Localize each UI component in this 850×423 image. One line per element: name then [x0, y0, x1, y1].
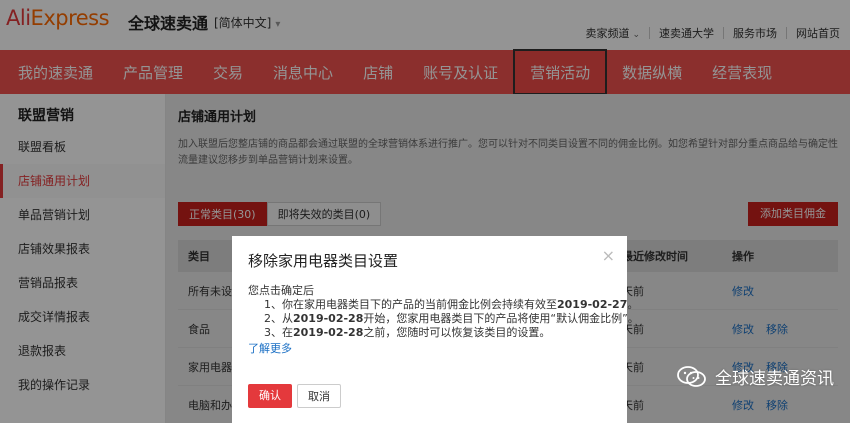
dialog-buttons: 确认 取消	[248, 384, 341, 408]
confirm-button[interactable]: 确认	[248, 384, 292, 408]
dialog-body: 您点击确定后 1、你在家用电器类目下的产品的当前佣金比例会持续有效至2019-0…	[248, 284, 639, 356]
remove-category-dialog: 移除家用电器类目设置 × 您点击确定后 1、你在家用电器类目下的产品的当前佣金比…	[232, 236, 639, 423]
dialog-line-1: 1、你在家用电器类目下的产品的当前佣金比例会持续有效至2019-02-27。	[264, 298, 639, 311]
dialog-line-2: 2、从2019-02-28开始，您家用电器类目下的产品将使用“默认佣金比例”。	[264, 312, 639, 325]
dialog-title: 移除家用电器类目设置	[248, 252, 399, 270]
wechat-icon	[677, 365, 706, 387]
watermark-text: 全球速卖通资讯	[715, 369, 834, 389]
dialog-line-3: 3、在2019-02-28之前，您随时可以恢复该类目的设置。	[264, 326, 551, 339]
cancel-button[interactable]: 取消	[297, 384, 341, 408]
close-icon[interactable]: ×	[602, 246, 615, 265]
dialog-intro: 您点击确定后	[248, 284, 314, 297]
watermark: 全球速卖通资讯	[677, 364, 834, 389]
learn-more-link[interactable]: 了解更多	[248, 342, 639, 356]
